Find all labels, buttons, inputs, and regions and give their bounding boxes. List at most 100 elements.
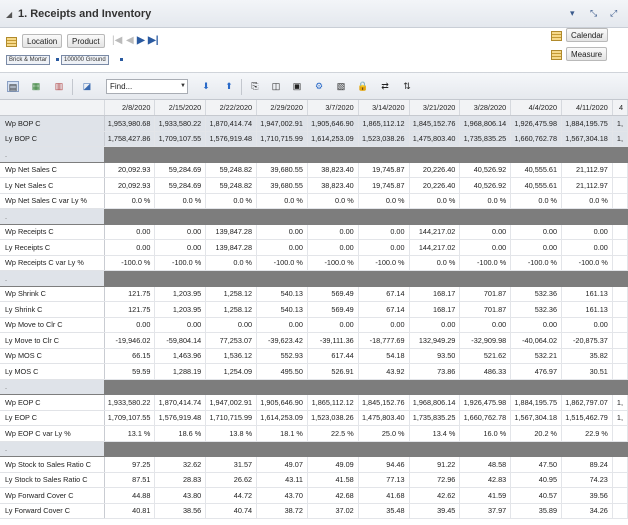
table-cell[interactable]: 532.36 xyxy=(510,286,563,302)
table-cell[interactable]: -40,064.02 xyxy=(510,332,563,349)
table-cell[interactable] xyxy=(612,162,628,178)
table-cell[interactable]: 43.92 xyxy=(358,363,410,380)
breadcrumb-location[interactable]: Brick & Mortar xyxy=(6,55,51,65)
dropdown-icon[interactable]: ▾ xyxy=(570,8,575,19)
table-cell[interactable]: 132,949.29 xyxy=(409,332,461,349)
table-cell[interactable]: 1,870,414.74 xyxy=(154,394,207,411)
table-cell[interactable]: 1,905,646.90 xyxy=(256,394,308,411)
table-cell[interactable]: -100.0 % xyxy=(307,255,359,271)
table-cell[interactable]: 20.2 % xyxy=(510,425,563,442)
table-cell[interactable]: 1,968,806.14 xyxy=(409,394,461,411)
table-cell[interactable]: 0.00 xyxy=(409,317,461,333)
find-next-icon[interactable]: ⬇ xyxy=(200,81,212,92)
table-cell[interactable]: 0.0 % xyxy=(409,193,461,209)
table-cell[interactable]: 0.00 xyxy=(561,224,613,240)
table-cell[interactable]: 38,823.40 xyxy=(307,177,359,194)
table-cell[interactable]: -100.0 % xyxy=(256,255,308,271)
table-cell[interactable]: 1,968,806.14 xyxy=(459,115,512,132)
table-cell[interactable]: 1, xyxy=(612,131,628,147)
table-cell[interactable]: 168.17 xyxy=(409,301,461,318)
table-cell[interactable]: 20,092.93 xyxy=(104,162,156,178)
group-icon[interactable]: ⚙ xyxy=(313,81,325,92)
table-cell[interactable]: 0.0 % xyxy=(104,193,156,209)
table-cell[interactable]: 91.22 xyxy=(409,456,461,473)
table-cell[interactable]: -19,946.02 xyxy=(104,332,156,349)
table-cell[interactable]: -100.0 % xyxy=(154,255,207,271)
table-cell[interactable]: 1,576,919.48 xyxy=(205,131,258,147)
table-cell[interactable] xyxy=(612,348,628,364)
table-cell[interactable]: 0.00 xyxy=(561,239,613,256)
table-cell[interactable]: 0.0 % xyxy=(459,193,512,209)
table-cell[interactable]: 1,758,427.86 xyxy=(104,131,156,147)
layout-icon[interactable]: ▣ xyxy=(291,81,303,92)
table-cell[interactable]: 0.00 xyxy=(358,317,410,333)
table-cell[interactable]: 1,709,107.55 xyxy=(104,410,156,426)
table-cell[interactable]: 0.0 % xyxy=(510,193,563,209)
table-cell[interactable] xyxy=(612,472,628,488)
column-header[interactable]: 4 xyxy=(612,100,628,116)
find-previous-icon[interactable]: ⬆ xyxy=(223,81,235,92)
table-cell[interactable]: 1,475,803.40 xyxy=(358,410,410,426)
table-cell[interactable]: 35.89 xyxy=(510,503,563,519)
table-cell[interactable]: 1,933,580.22 xyxy=(154,115,207,132)
table-cell[interactable]: 19,745.87 xyxy=(358,177,410,194)
table-cell[interactable]: 1,614,253.09 xyxy=(307,131,359,147)
table-cell[interactable]: 1,710,715.99 xyxy=(256,131,308,147)
table-cell[interactable]: 59,248.82 xyxy=(205,177,258,194)
table-cell[interactable]: 1,536.12 xyxy=(205,348,258,364)
table-cell[interactable] xyxy=(612,487,628,504)
table-cell[interactable]: 0.00 xyxy=(510,239,563,256)
table-cell[interactable]: 1,884,195.75 xyxy=(561,115,613,132)
table-cell[interactable]: 43.70 xyxy=(256,487,308,504)
table-cell[interactable]: 67.14 xyxy=(358,286,410,302)
table-cell[interactable]: 1,515,462.79 xyxy=(561,410,613,426)
table-cell[interactable] xyxy=(612,193,628,209)
table-cell[interactable]: 35.82 xyxy=(561,348,613,364)
table-cell[interactable]: 701.87 xyxy=(459,286,512,302)
table-cell[interactable]: 1,865,112.12 xyxy=(307,394,359,411)
table-cell[interactable]: 31.57 xyxy=(205,456,258,473)
table-cell[interactable]: 139,847.28 xyxy=(205,224,258,240)
table-cell[interactable] xyxy=(612,503,628,519)
pivot-icon[interactable]: ⇅ xyxy=(401,81,413,92)
table-cell[interactable]: 1,735,835.25 xyxy=(459,131,512,147)
table-cell[interactable]: 1,463.96 xyxy=(154,348,207,364)
table-cell[interactable]: 0.00 xyxy=(358,239,410,256)
table-cell[interactable] xyxy=(612,224,628,240)
table-cell[interactable]: 59,284.69 xyxy=(154,177,207,194)
breadcrumb-product[interactable]: 100000 Ground xyxy=(61,55,109,65)
table-cell[interactable]: 526.91 xyxy=(307,363,359,380)
table-cell[interactable]: 25.0 % xyxy=(358,425,410,442)
table-cell[interactable]: 32.62 xyxy=(154,456,207,473)
table-cell[interactable]: 38.56 xyxy=(154,503,207,519)
collapse-triangle-icon[interactable]: ◢ xyxy=(6,10,12,19)
table-cell[interactable]: 0.00 xyxy=(154,317,207,333)
table-cell[interactable]: 16.0 % xyxy=(459,425,512,442)
last-page-icon[interactable]: ▶| xyxy=(148,35,159,46)
table-cell[interactable]: 1, xyxy=(612,115,628,132)
table-cell[interactable]: 59,284.69 xyxy=(154,162,207,178)
column-header[interactable]: 4/4/2020 xyxy=(510,100,563,116)
table-cell[interactable]: 0.00 xyxy=(256,239,308,256)
table-cell[interactable]: 121.75 xyxy=(104,301,156,318)
column-header[interactable]: 2/15/2020 xyxy=(154,100,207,116)
table-cell[interactable]: 0.0 % xyxy=(561,193,613,209)
table-cell[interactable]: 495.50 xyxy=(256,363,308,380)
column-header[interactable]: 2/22/2020 xyxy=(205,100,258,116)
swap-icon[interactable]: ⇄ xyxy=(379,81,391,92)
table-cell[interactable]: 20,226.40 xyxy=(409,177,461,194)
table-cell[interactable]: 532.21 xyxy=(510,348,563,364)
table-cell[interactable]: 26.62 xyxy=(205,472,258,488)
table-cell[interactable]: 41.58 xyxy=(307,472,359,488)
table-cell[interactable]: 30.51 xyxy=(561,363,613,380)
table-cell[interactable]: 39.45 xyxy=(409,503,461,519)
export-icon[interactable]: ⎘ xyxy=(249,81,261,92)
table-cell[interactable]: 161.13 xyxy=(561,301,613,318)
table-cell[interactable]: 40.57 xyxy=(510,487,563,504)
table-cell[interactable]: 0.00 xyxy=(154,239,207,256)
table-cell[interactable]: 40,555.61 xyxy=(510,177,563,194)
table-cell[interactable]: 0.00 xyxy=(459,224,512,240)
table-cell[interactable]: 47.50 xyxy=(510,456,563,473)
table-cell[interactable]: 40.74 xyxy=(205,503,258,519)
find-dropdown-icon[interactable]: ▼ xyxy=(180,83,186,89)
